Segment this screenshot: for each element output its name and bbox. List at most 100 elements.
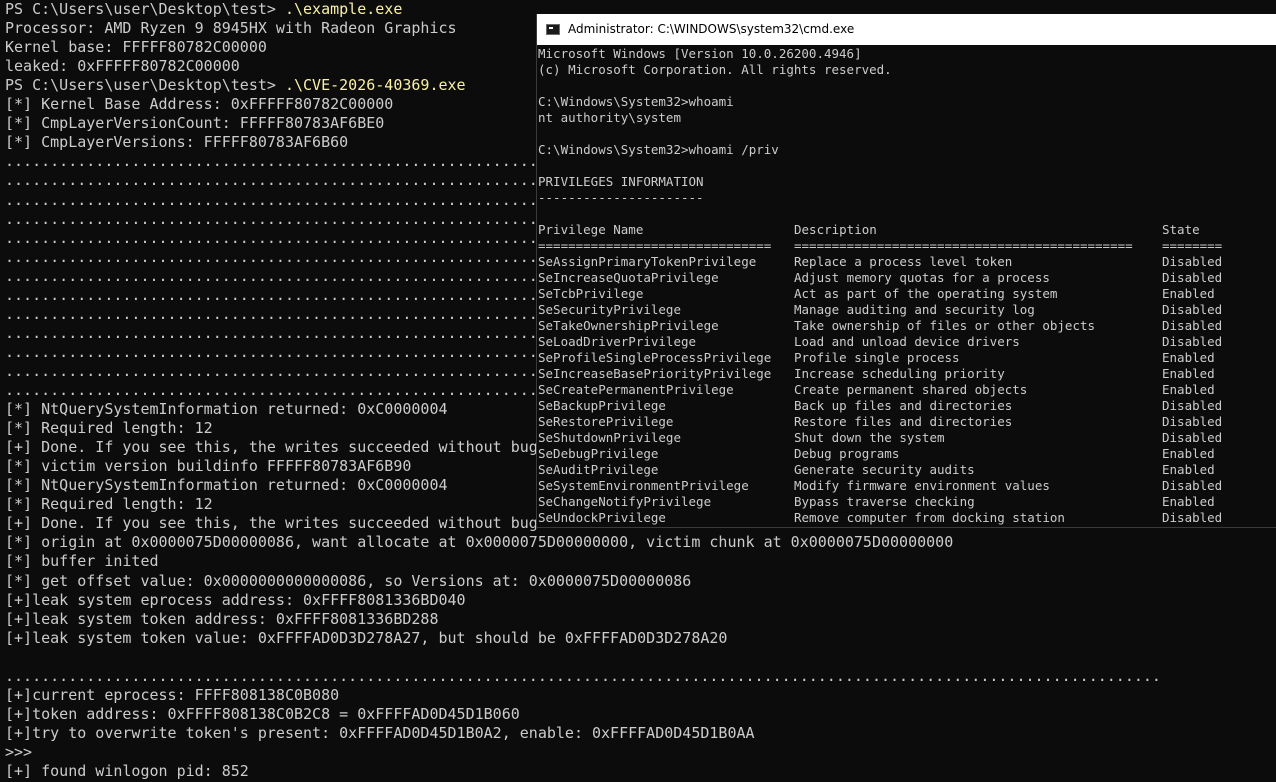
ps-output-line: [*] NtQuerySystemInformation returned: 0…: [5, 400, 448, 419]
ps-output-line: [+]current eprocess: FFFF808138C0B080: [5, 686, 339, 705]
cmd-output-line: Microsoft Windows [Version 10.0.26200.49…: [538, 46, 862, 61]
cmd-output-line: nt authority\system: [538, 110, 681, 125]
ps-output-line: [+]leak system eprocess address: 0xFFFF8…: [5, 591, 466, 610]
ps-output-line: Processor: AMD Ryzen 9 8945HX with Radeo…: [5, 19, 457, 38]
ps-line-text: [*] buffer inited: [5, 552, 159, 571]
ps-output-line: >>>: [5, 743, 32, 762]
priv-table-cell: SeUndockPrivilege: [538, 510, 666, 525]
ps-line-text: PS C:\Users\user\Desktop\test>: [5, 76, 285, 95]
cmd-titlebar[interactable]: Administrator: C:\WINDOWS\system32\cmd.e…: [537, 14, 1276, 45]
priv-table-cell: Modify firmware environment values: [794, 478, 1050, 493]
priv-table-cell: SeTcbPrivilege: [538, 286, 644, 301]
priv-table-cell: SeProfileSingleProcessPrivilege: [538, 350, 772, 365]
priv-table-cell: Remove computer from docking station: [794, 510, 1065, 525]
ps-command: .\CVE-2026-40369.exe: [284, 76, 466, 95]
priv-table-cell: Enabled: [1162, 462, 1215, 477]
priv-table-cell: SeChangeNotifyPrivilege: [538, 494, 712, 509]
priv-table-cell: SeTakeOwnershipPrivilege: [538, 318, 719, 333]
priv-table-cell: Create permanent shared objects: [794, 382, 1028, 397]
ps-line-text: [+] Done. If you see this, the writes su…: [5, 514, 538, 533]
priv-table-cell: SeSecurityPrivilege: [538, 302, 681, 317]
priv-table-cell: Load and unload device drivers: [794, 334, 1020, 349]
ps-line-text: Processor: AMD Ryzen 9 8945HX with Radeo…: [5, 19, 457, 38]
priv-table-cell: SeLoadDriverPrivilege: [538, 334, 697, 349]
ps-output-line: [*] Required length: 12: [5, 419, 213, 438]
ps-output-line: [*] Required length: 12: [5, 495, 213, 514]
priv-table-cell: SeRestorePrivilege: [538, 414, 674, 429]
priv-table-cell: Restore files and directories: [794, 414, 1013, 429]
ps-line-text: [*] CmpLayerVersions: FFFFF80783AF6B60: [5, 133, 349, 152]
ps-line-text: >>>: [5, 742, 33, 761]
ps-line-text: [+]try to overwrite token's present: 0xF…: [5, 723, 755, 742]
priv-table-cell: Manage auditing and security log: [794, 302, 1035, 317]
ps-line-text: ........................................…: [5, 666, 1161, 685]
priv-table-cell: Act as part of the operating system: [794, 286, 1058, 301]
ps-line-text: [+] Done. If you see this, the writes su…: [5, 438, 538, 457]
priv-table-cell: SeSystemEnvironmentPrivilege: [538, 478, 749, 493]
ps-output-line: [*] Kernel Base Address: 0xFFFFF80782C00…: [5, 95, 393, 114]
priv-table-cell: Shut down the system: [794, 430, 945, 445]
ps-output-line: [+]try to overwrite token's present: 0xF…: [5, 724, 755, 743]
priv-table-cell: SeDebugPrivilege: [538, 446, 659, 461]
cmd-console-output[interactable]: Microsoft Windows [Version 10.0.26200.49…: [537, 45, 1276, 527]
priv-table-header: Privilege Name: [538, 222, 644, 237]
cmd-output-line: PRIVILEGES INFORMATION: [538, 174, 704, 189]
ps-line-text: [*] NtQuerySystemInformation returned: 0…: [5, 476, 448, 495]
priv-table-cell: Replace a process level token: [794, 254, 1013, 269]
priv-table-cell: Disabled: [1162, 414, 1223, 429]
ps-line-text: [*] Required length: 12: [5, 495, 213, 514]
ps-line-text: [+]token address: 0xFFFF808138C0B2C8 = 0…: [5, 704, 520, 723]
ps-line-text: leaked: 0xFFFFF80782C00000: [5, 57, 240, 76]
ps-line-text: [*] CmpLayerVersionCount: FFFFF80783AF6B…: [5, 114, 385, 133]
priv-table-cell: Disabled: [1162, 510, 1223, 525]
ps-line-text: [*] origin at 0x0000075D00000086, want a…: [5, 533, 954, 552]
priv-table-cell: Back up files and directories: [794, 398, 1013, 413]
cmd-output-line: (c) Microsoft Corporation. All rights re…: [538, 62, 892, 77]
ps-line-text: [+]leak system eprocess address: 0xFFFF8…: [5, 590, 466, 609]
priv-table-cell: Enabled: [1162, 350, 1215, 365]
priv-table-cell: SeAssignPrimaryTokenPrivilege: [538, 254, 757, 269]
priv-table-cell: Generate security audits: [794, 462, 975, 477]
priv-table-separator: ========================================…: [794, 238, 1133, 253]
priv-table-separator: ========: [1162, 238, 1223, 253]
ps-output-line: [+] Done. If you see this, the writes su…: [5, 514, 538, 533]
priv-table-header: Description: [794, 222, 877, 237]
cmd-output-line: ----------------------: [538, 190, 704, 205]
priv-table-cell: Disabled: [1162, 334, 1223, 349]
ps-line-text: PS C:\Users\user\Desktop\test>: [5, 0, 285, 18]
priv-table-cell: Disabled: [1162, 254, 1223, 269]
ps-line-text: Kernel base: FFFFF80782C00000: [5, 38, 267, 57]
ps-output-line: Kernel base: FFFFF80782C00000: [5, 38, 267, 57]
ps-output-line: [*] victim version buildinfo FFFFF80783A…: [5, 457, 411, 476]
priv-table-cell: SeCreatePermanentPrivilege: [538, 382, 734, 397]
ps-output-line: [*] origin at 0x0000075D00000086, want a…: [5, 533, 953, 552]
cmd-window[interactable]: Administrator: C:\WINDOWS\system32\cmd.e…: [536, 14, 1276, 528]
ps-output-line: ........................................…: [5, 667, 1161, 686]
priv-table-cell: Disabled: [1162, 270, 1223, 285]
priv-table-cell: Disabled: [1162, 430, 1223, 445]
priv-table-separator: ===============================: [538, 238, 772, 253]
priv-table-cell: Debug programs: [794, 446, 900, 461]
ps-line-text: [+]current eprocess: FFFF808138C0B080: [5, 685, 340, 704]
cmd-output-line: C:\Windows\System32>whoami /priv: [538, 142, 779, 157]
cmd-output-line: C:\Windows\System32>whoami: [538, 94, 734, 109]
priv-table-header: State: [1162, 222, 1200, 237]
priv-table-cell: SeIncreaseQuotaPrivilege: [538, 270, 719, 285]
ps-line-text: [*] NtQuerySystemInformation returned: 0…: [5, 400, 448, 419]
priv-table-cell: Increase scheduling priority: [794, 366, 1005, 381]
ps-line-text: [*] get offset value: 0x0000000000000086…: [5, 571, 692, 590]
ps-output-line: PS C:\Users\user\Desktop\test> .\CVE-202…: [5, 76, 466, 95]
cmd-app-icon: [546, 24, 560, 35]
priv-table-cell: Bypass traverse checking: [794, 494, 975, 509]
priv-table-cell: SeShutdownPrivilege: [538, 430, 681, 445]
ps-output-line: leaked: 0xFFFFF80782C00000: [5, 57, 240, 76]
priv-table-cell: Adjust memory quotas for a process: [794, 270, 1050, 285]
ps-output-line: [*] CmpLayerVersions: FFFFF80783AF6B60: [5, 133, 348, 152]
ps-line-text: [*] Required length: 12: [5, 419, 213, 438]
priv-table-cell: SeIncreaseBasePriorityPrivilege: [538, 366, 772, 381]
priv-table-cell: Take ownership of files or other objects: [794, 318, 1096, 333]
cmd-window-title: Administrator: C:\WINDOWS\system32\cmd.e…: [568, 22, 855, 36]
priv-table-cell: Enabled: [1162, 382, 1215, 397]
ps-line-text: [+]leak system token value: 0xFFFFAD0D3D…: [5, 628, 728, 647]
ps-output-line: [+]leak system token value: 0xFFFFAD0D3D…: [5, 629, 727, 648]
